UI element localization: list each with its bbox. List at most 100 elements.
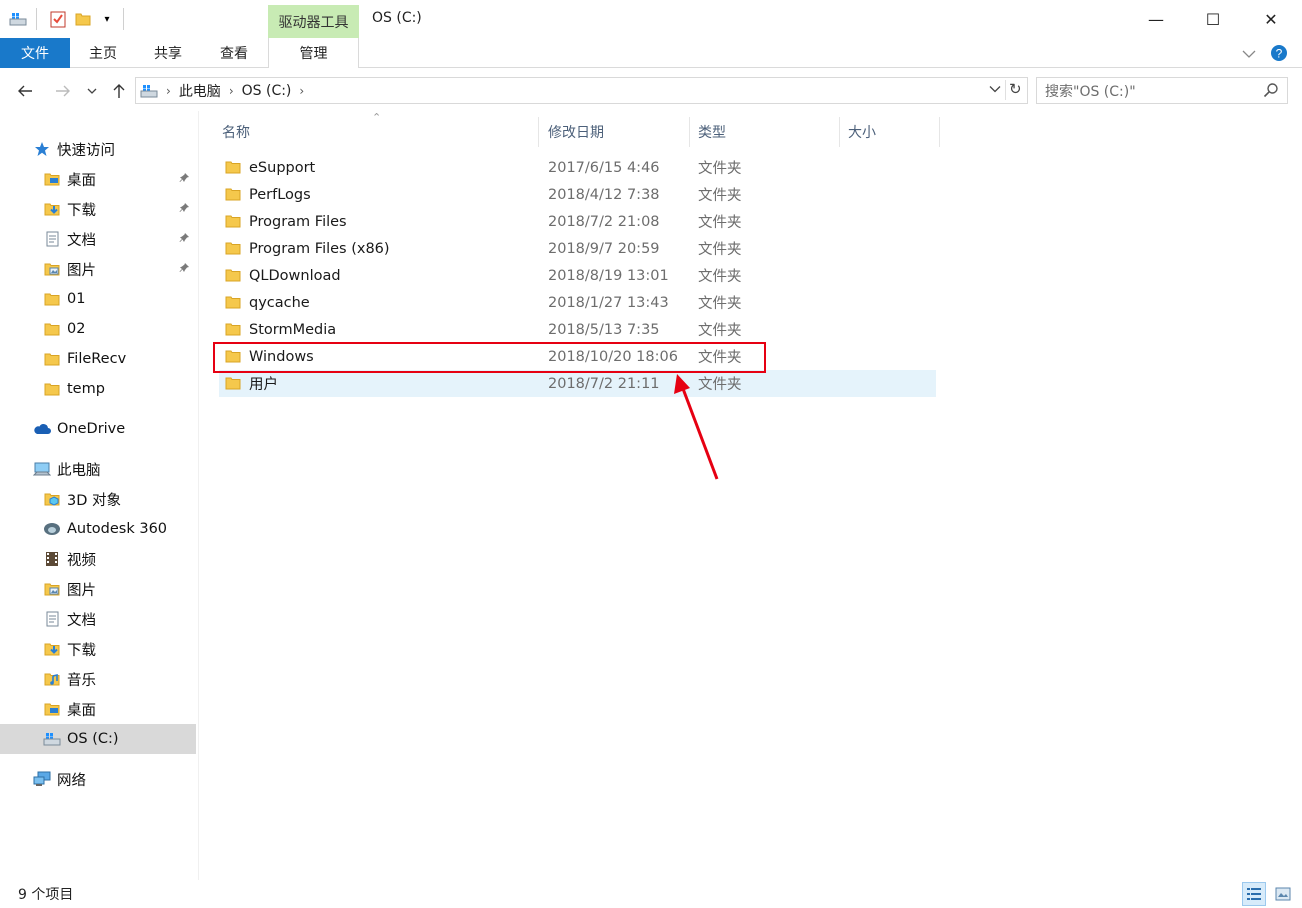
file-row[interactable]: qycache 2018/1/27 13:43 文件夹: [219, 289, 936, 316]
file-row[interactable]: QLDownload 2018/8/19 13:01 文件夹: [219, 262, 936, 289]
help-icon[interactable]: ?: [1270, 44, 1288, 66]
address-bar[interactable]: › 此电脑 › OS (C:) › ↻: [135, 77, 1028, 104]
file-type-cell: 文件夹: [698, 242, 742, 258]
pin-icon[interactable]: [179, 262, 190, 276]
maximize-button[interactable]: ☐: [1184, 0, 1242, 38]
forward-button[interactable]: [52, 80, 74, 102]
file-name-cell: PerfLogs: [249, 186, 311, 203]
nav-item-label: 图片: [67, 582, 96, 599]
drive-tools-context-label: 驱动器工具: [268, 5, 359, 38]
pin-icon[interactable]: [179, 202, 190, 216]
properties-icon[interactable]: [48, 9, 68, 29]
tab-file[interactable]: 文件: [0, 38, 70, 68]
folder-icon: [225, 159, 241, 179]
tab-manage[interactable]: 管理: [268, 38, 359, 68]
status-bar: 9 个项目: [0, 880, 1302, 908]
file-list-view: ⌃ 名称 修改日期 类型 大小 eSupport 2017/6/15 4:46 文件…: [200, 111, 1302, 880]
nav-item-label: 图片: [67, 262, 96, 279]
file-date-cell: 2018/8/19 13:01: [548, 267, 669, 284]
column-header-size[interactable]: 大小: [840, 117, 940, 147]
nav-item-label: FileRecv: [67, 351, 127, 367]
folder-icon: [225, 375, 241, 395]
pin-icon[interactable]: [179, 172, 190, 186]
nav-quick-access-label: 快速访问: [57, 142, 115, 159]
nav-item[interactable]: 下载: [0, 194, 196, 224]
file-row[interactable]: eSupport 2017/6/15 4:46 文件夹: [219, 154, 936, 181]
nav-item-label: 文档: [67, 612, 96, 629]
nav-item[interactable]: 桌面: [0, 694, 196, 724]
file-row[interactable]: Program Files 2018/7/2 21:08 文件夹: [219, 208, 936, 235]
breadcrumb-this-pc[interactable]: 此电脑: [171, 81, 229, 101]
nav-item[interactable]: 图片: [0, 254, 196, 284]
file-row[interactable]: Program Files (x86) 2018/9/7 20:59 文件夹: [219, 235, 936, 262]
folder-icon: [225, 267, 241, 287]
file-date-cell: 2018/9/7 20:59: [548, 240, 660, 257]
drive-icon: [43, 730, 61, 748]
up-button[interactable]: [108, 80, 130, 102]
music-folder-icon: [43, 670, 61, 688]
download-folder-icon: [43, 640, 61, 658]
computer-icon: [33, 460, 51, 478]
column-header-name[interactable]: 名称: [214, 117, 539, 147]
breadcrumb-separator-icon[interactable]: ›: [299, 84, 304, 98]
details-view-button[interactable]: [1242, 882, 1266, 906]
explorer-app-icon[interactable]: [8, 9, 28, 29]
videos-folder-icon: [43, 550, 61, 568]
pin-icon[interactable]: [179, 232, 190, 246]
nav-item[interactable]: 图片: [0, 574, 196, 604]
file-name-cell: qycache: [249, 294, 310, 311]
nav-item[interactable]: temp: [0, 374, 196, 404]
nav-item[interactable]: 01: [0, 284, 196, 314]
nav-item-label: 视频: [67, 552, 96, 569]
minimize-button[interactable]: —: [1127, 0, 1185, 38]
expand-ribbon-chevron-icon[interactable]: [1242, 47, 1256, 63]
file-type-cell: 文件夹: [698, 323, 742, 339]
customize-qat-chevron-icon[interactable]: ▾: [97, 9, 117, 29]
tab-share[interactable]: 共享: [140, 38, 196, 68]
file-name-cell: Program Files: [249, 213, 347, 230]
file-row[interactable]: StormMedia 2018/5/13 7:35 文件夹: [219, 316, 936, 343]
large-icons-view-button[interactable]: [1271, 882, 1295, 906]
new-folder-icon[interactable]: [73, 9, 93, 29]
nav-item[interactable]: 视频: [0, 544, 196, 574]
file-name-cell: 用户: [249, 377, 278, 393]
network-icon: [33, 770, 51, 788]
column-header-date[interactable]: 修改日期: [540, 117, 690, 147]
nav-item[interactable]: 下载: [0, 634, 196, 664]
nav-quick-access[interactable]: 快速访问: [0, 134, 196, 164]
nav-item[interactable]: 文档: [0, 224, 196, 254]
search-input[interactable]: 搜索"OS (C:)": [1036, 77, 1288, 104]
breadcrumb-os-c[interactable]: OS (C:): [234, 83, 300, 99]
nav-item[interactable]: 文档: [0, 604, 196, 634]
nav-item[interactable]: 3D 对象: [0, 484, 196, 514]
search-icon[interactable]: [1263, 82, 1279, 102]
nav-item[interactable]: 02: [0, 314, 196, 344]
file-row[interactable]: PerfLogs 2018/4/12 7:38 文件夹: [219, 181, 936, 208]
folder-icon: [225, 213, 241, 233]
file-date-cell: 2017/6/15 4:46: [548, 159, 660, 176]
tab-home[interactable]: 主页: [76, 38, 130, 68]
recent-locations-chevron-icon[interactable]: [84, 80, 100, 102]
nav-item[interactable]: 音乐: [0, 664, 196, 694]
close-button[interactable]: ✕: [1242, 0, 1300, 38]
file-date-cell: 2018/1/27 13:43: [548, 294, 669, 311]
back-button[interactable]: [14, 80, 36, 102]
nav-this-pc[interactable]: 此电脑: [0, 454, 196, 484]
refresh-icon[interactable]: ↻: [1005, 80, 1023, 100]
nav-onedrive[interactable]: OneDrive: [0, 414, 196, 444]
nav-item-label: temp: [67, 381, 105, 397]
nav-network[interactable]: 网络: [0, 764, 196, 794]
nav-item[interactable]: OS (C:): [0, 724, 196, 754]
folder-icon: [43, 320, 61, 338]
search-placeholder: 搜索"OS (C:)": [1045, 83, 1136, 100]
nav-item[interactable]: Autodesk 360: [0, 514, 196, 544]
address-history-chevron-icon[interactable]: [989, 82, 1001, 96]
qat-separator: [123, 8, 124, 30]
title-bar: ▾ 驱动器工具 OS (C:) — ☐ ✕: [0, 0, 1302, 38]
file-name-cell: StormMedia: [249, 321, 337, 338]
tab-view[interactable]: 查看: [206, 38, 262, 68]
file-row[interactable]: 用户 2018/7/2 21:11 文件夹: [219, 370, 936, 397]
nav-item[interactable]: 桌面: [0, 164, 196, 194]
column-header-type[interactable]: 类型: [690, 117, 840, 147]
nav-item[interactable]: FileRecv: [0, 344, 196, 374]
